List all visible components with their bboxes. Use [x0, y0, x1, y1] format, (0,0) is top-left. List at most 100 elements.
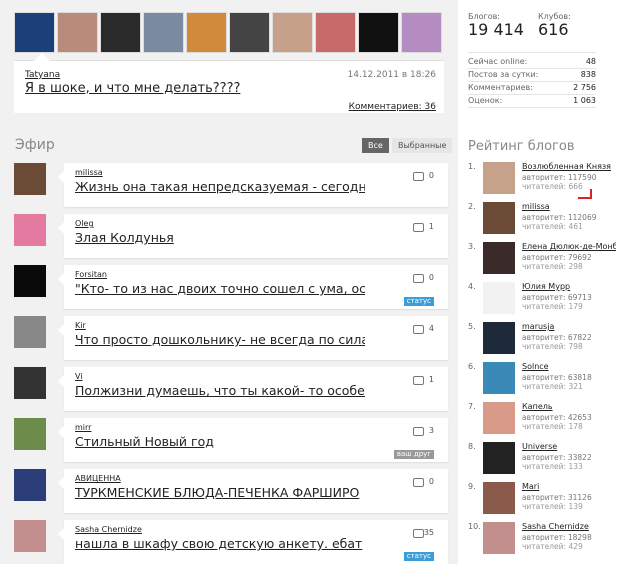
feed-avatar[interactable]	[14, 469, 46, 501]
rating-avatar[interactable]	[483, 402, 515, 434]
sidebar: Блогов: 19 414 Клубов: 616 Сейчас online…	[458, 0, 617, 564]
feed-author[interactable]: Sasha Chernidze	[75, 525, 142, 534]
feed-title[interactable]: Что просто дошкольнику- не всегда по сил…	[75, 332, 365, 347]
rating-name[interactable]: Sasha Chernidze	[522, 522, 616, 531]
feed-comment-count[interactable]: 35	[424, 528, 434, 537]
user-avatar[interactable]	[186, 12, 227, 53]
feed-avatar[interactable]	[14, 265, 46, 297]
rating-rank: 1.	[468, 162, 476, 171]
feed-author[interactable]: Kir	[75, 321, 86, 330]
user-avatar[interactable]	[272, 12, 313, 53]
rating-name[interactable]: Капель	[522, 402, 616, 411]
rating-name[interactable]: Юлия Мурр	[522, 282, 616, 291]
rating-authority: авторитет: 63818	[522, 373, 592, 382]
feed-avatar[interactable]	[14, 214, 46, 246]
feed-item: Sasha Chernidze нашла в шкафу свою детску…	[14, 520, 448, 564]
rating-readers: читателей: 798	[522, 342, 583, 351]
feed-avatar[interactable]	[14, 367, 46, 399]
rating-readers: читателей: 139	[522, 502, 583, 511]
feed-title[interactable]: Полжизни думаешь, что ты какой- то особе…	[75, 383, 365, 398]
featured-comments-link[interactable]: Комментариев: 36	[349, 102, 436, 112]
feed-title[interactable]: нашла в шкафу свою детскую анкету. ебат	[75, 536, 365, 551]
featured-date: 14.12.2011 в 18:26	[347, 70, 437, 80]
feed-comment-count[interactable]: 1	[429, 222, 434, 231]
featured-author[interactable]: Tatyana	[25, 70, 60, 80]
card-caret	[58, 375, 64, 387]
rating-avatar[interactable]	[483, 202, 515, 234]
rating-name[interactable]: milissa	[522, 202, 616, 211]
rating-name[interactable]: Solnce	[522, 362, 616, 371]
feed-comment-count[interactable]: 0	[429, 171, 434, 180]
feed-author[interactable]: Oleg	[75, 219, 94, 228]
feed-title[interactable]: Жизнь она такая непредсказуемая - сегодн…	[75, 179, 365, 194]
stat-label: Оценок:	[468, 96, 503, 105]
rating-name[interactable]: Mari	[522, 482, 616, 491]
rating-avatar[interactable]	[483, 162, 515, 194]
comment-bubble-icon	[413, 478, 424, 487]
rating-name[interactable]: marusja	[522, 322, 616, 331]
rating-avatar[interactable]	[483, 442, 515, 474]
feed-card: milissa Жизнь она такая непредсказуемая -…	[58, 163, 448, 207]
user-avatar[interactable]	[401, 12, 442, 53]
tab-all[interactable]: Все	[362, 138, 389, 153]
feed-comment-count[interactable]: 4	[429, 324, 434, 333]
rating-readers: читателей: 178	[522, 422, 583, 431]
rating-rank: 3.	[468, 242, 476, 251]
rating-authority: авторитет: 112069	[522, 213, 597, 222]
feed-item: Vi Полжизни думаешь, что ты какой- то осо…	[14, 367, 448, 411]
divider	[468, 52, 596, 53]
feed-title[interactable]: ТУРКМЕНСКИЕ БЛЮДА-ПЕЧЕНКА ФАРШИРО	[75, 485, 365, 500]
rating-avatar[interactable]	[483, 322, 515, 354]
user-avatar[interactable]	[143, 12, 184, 53]
feed-avatar[interactable]	[14, 316, 46, 348]
rating-avatar[interactable]	[483, 362, 515, 394]
rating-avatar[interactable]	[483, 482, 515, 514]
feed-comment-count[interactable]: 1	[429, 375, 434, 384]
rating-readers: читателей: 666	[522, 182, 583, 191]
feed-comment-count[interactable]: 0	[429, 273, 434, 282]
feed-badge: статус	[403, 552, 434, 561]
rating-readers: читателей: 321	[522, 382, 583, 391]
rating-name[interactable]: Возлюбленная Князя	[522, 162, 616, 171]
user-avatar[interactable]	[14, 12, 55, 53]
user-avatar[interactable]	[57, 12, 98, 53]
feed-author[interactable]: Vi	[75, 372, 83, 381]
comment-bubble-icon	[413, 274, 424, 283]
card-caret	[58, 426, 64, 438]
feed-title[interactable]: "Кто- то из нас двоих точно сошел с ума,…	[75, 281, 365, 296]
feed-author[interactable]: mirr	[75, 423, 91, 432]
comment-bubble-icon	[413, 376, 424, 385]
rating-name[interactable]: Universe	[522, 442, 616, 451]
user-avatar[interactable]	[100, 12, 141, 53]
feed-avatar[interactable]	[14, 520, 46, 552]
feed-comment-count[interactable]: 0	[429, 477, 434, 486]
rating-avatar[interactable]	[483, 282, 515, 314]
feed-author[interactable]: Forsitan	[75, 270, 107, 279]
rating-name[interactable]: Елена Дюлюк-де-Монбейар	[522, 242, 616, 251]
feed-avatar[interactable]	[14, 418, 46, 450]
user-avatar[interactable]	[229, 12, 270, 53]
feed-comment-count[interactable]: 3	[429, 426, 434, 435]
user-avatar[interactable]	[315, 12, 356, 53]
blogs-count-value: 19 414	[468, 20, 524, 39]
feed-avatar[interactable]	[14, 163, 46, 195]
feed-item: Kir Что просто дошкольнику- не всегда по …	[14, 316, 448, 360]
rating-avatar[interactable]	[483, 522, 515, 554]
card-caret	[58, 324, 64, 336]
tab-favorites[interactable]: Выбранные	[392, 138, 453, 153]
feed-author[interactable]: АВИЦЕННА	[75, 474, 121, 483]
rating-rank: 9.	[468, 482, 476, 491]
feed-item: Forsitan "Кто- то из нас двоих точно соше…	[14, 265, 448, 309]
rating-avatar[interactable]	[483, 242, 515, 274]
featured-title[interactable]: Я в шоке, и что мне делать????	[25, 81, 240, 96]
stat-value: 2 756	[573, 83, 596, 92]
rating-heading: Рейтинг блогов	[468, 139, 575, 154]
stat-value: 48	[585, 57, 596, 66]
user-avatar[interactable]	[358, 12, 399, 53]
feed-card: mirr Стильный Новый год 3 ваш друг	[58, 418, 448, 462]
feed-title[interactable]: Стильный Новый год	[75, 434, 365, 449]
feed-author[interactable]: milissa	[75, 168, 103, 177]
feed-title[interactable]: Злая Колдунья	[75, 230, 365, 245]
feed-badge: ваш друг	[393, 450, 434, 459]
featured-post[interactable]: Tatyana 14.12.2011 в 18:26 Я в шоке, и ч…	[14, 53, 444, 113]
